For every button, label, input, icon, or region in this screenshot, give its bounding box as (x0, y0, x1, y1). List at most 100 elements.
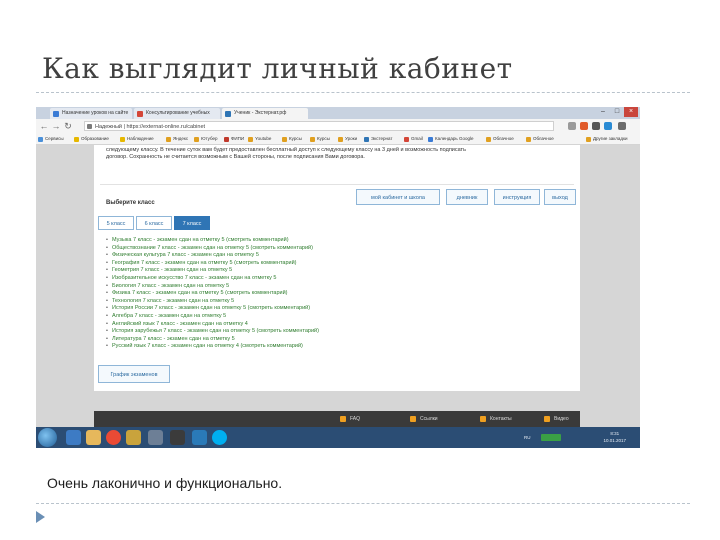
list-item[interactable]: Геометрия 7 класс - экзамен сдан на отме… (106, 267, 319, 275)
skype-icon[interactable] (212, 430, 227, 445)
bookmark-label: Сервисы (45, 136, 64, 141)
bookmark-item[interactable]: Курсы (310, 135, 330, 143)
media-icon[interactable] (170, 430, 185, 445)
bookmark-item[interactable]: Курсы (282, 135, 302, 143)
minimize-icon[interactable]: – (596, 107, 610, 117)
bookmark-item[interactable]: ФИПИ (224, 135, 244, 143)
bookmark-label: Календарь Google (435, 136, 474, 141)
bookmark-item[interactable]: Gmail (404, 135, 423, 143)
exam-schedule-button[interactable]: График экзаменов (98, 365, 170, 383)
list-item[interactable]: Английский язык 7 класс - экзамен сдан н… (106, 321, 319, 329)
tab-grade-7[interactable]: 7 класс (174, 216, 210, 230)
extension-icon[interactable] (604, 122, 612, 130)
bookmark-item[interactable]: Яндекс (166, 135, 188, 143)
diary-button[interactable]: дневник (446, 189, 488, 205)
screenshot: Назначение уроков на сайте Консультирова… (36, 107, 640, 448)
footer-label: Видео (554, 416, 569, 422)
folder-icon (248, 137, 253, 142)
bookmark-label: Наблюдение (127, 136, 154, 141)
app-icon[interactable] (126, 430, 141, 445)
bookmark-label: Ютубер (201, 136, 218, 141)
list-item[interactable]: Физика 7 класс - экзамен сдан на отметку… (106, 290, 319, 298)
address-row: ← → ↻ Надежный | https://externat-online… (36, 119, 640, 134)
divider (100, 184, 574, 185)
bookmark-label: Облачное (533, 136, 554, 141)
list-item[interactable]: История зарубежья 7 класс - экзамен сдан… (106, 328, 319, 336)
address-bar[interactable]: Надежный | https://externat-online.ru/ca… (84, 121, 554, 131)
bookmark-label: Gmail (411, 136, 423, 141)
tray-badge-icon[interactable] (541, 434, 561, 441)
bookmark-item[interactable]: Сервисы (38, 135, 64, 143)
footer-links-link[interactable]: Ссылки (410, 411, 438, 427)
list-item[interactable]: Изобразительное искусство 7 класс - экза… (106, 275, 319, 283)
bookmark-item[interactable]: Наблюдение (120, 135, 154, 143)
bookmark-item[interactable]: Образование (74, 135, 109, 143)
tab-label: Назначение уроков на сайте (62, 110, 129, 116)
bookmark-item[interactable]: Уроки (338, 135, 357, 143)
bookmark-item[interactable]: Календарь Google (428, 135, 473, 143)
my-cabinet-button[interactable]: мой кабинет и школа (356, 189, 440, 205)
folder-icon (282, 137, 287, 142)
list-item[interactable]: Русский язык 7 класс - экзамен сдан на о… (106, 343, 319, 351)
close-window-icon[interactable]: × (624, 107, 638, 117)
bookmark-item[interactable]: Ютубер (194, 135, 218, 143)
browser-tab-active[interactable]: Ученик - Экстернат.рф (222, 108, 308, 119)
apps-icon (38, 137, 43, 142)
app-icon[interactable] (148, 430, 163, 445)
footer-label: Ссылки (420, 416, 438, 422)
clock[interactable]: 8:31 10.01.2017 (603, 430, 626, 444)
language-indicator[interactable]: RU (524, 427, 531, 448)
folder-icon (194, 137, 199, 142)
gmail-icon (404, 137, 409, 142)
list-item[interactable]: История России 7 класс - экзамен сдан на… (106, 305, 319, 313)
gmail-icon (137, 111, 143, 117)
list-item[interactable]: География 7 класс - экзамен сдан на отме… (106, 260, 319, 268)
bookmark-item[interactable]: Youtube (248, 135, 271, 143)
explorer-folder-icon[interactable] (86, 430, 101, 445)
list-item[interactable]: Обществознание 7 класс - экзамен сдан на… (106, 245, 319, 253)
footer-faq-link[interactable]: FAQ (340, 411, 360, 427)
bookmark-item[interactable]: Экстернат (364, 135, 392, 143)
slide-caption: Очень лаконично и функционально. (47, 475, 283, 491)
bookmark-item[interactable]: Другие закладки (586, 135, 627, 143)
app-icon[interactable] (192, 430, 207, 445)
back-icon[interactable]: ← (39, 121, 49, 131)
logout-button[interactable]: выход (544, 189, 576, 205)
footer-contacts-link[interactable]: Контакты (480, 411, 512, 427)
maximize-icon[interactable]: □ (610, 107, 624, 117)
bookmark-label: ФИПИ (231, 136, 245, 141)
notice-line: договор. Сохранность не считается возмож… (106, 154, 365, 160)
chrome-icon[interactable] (106, 430, 121, 445)
bookmark-label: Экстернат (371, 136, 393, 141)
tab-label: Ученик - Экстернат.рф (234, 110, 287, 116)
browser-tab[interactable]: Назначение уроков на сайте (50, 108, 132, 119)
extension-icon[interactable] (580, 122, 588, 130)
footer-video-link[interactable]: Видео (544, 411, 569, 427)
folder-icon (74, 137, 79, 142)
tab-favicon-icon (53, 111, 59, 117)
bookmark-item[interactable]: Облачное (486, 135, 514, 143)
tab-grade-6[interactable]: 6 класс (136, 216, 172, 230)
browser-tab[interactable]: Консультирование учебных (134, 108, 220, 119)
title-divider (36, 92, 690, 93)
start-button-icon[interactable] (38, 428, 57, 447)
contacts-icon (480, 416, 486, 422)
folder-icon (120, 137, 125, 142)
forward-icon[interactable]: → (51, 121, 61, 131)
faq-icon (340, 416, 346, 422)
extension-icon[interactable] (592, 122, 600, 130)
reload-icon[interactable]: ↻ (63, 121, 73, 131)
star-icon[interactable] (568, 122, 576, 130)
tab-label: Консультирование учебных (146, 110, 210, 116)
footer-label: Контакты (490, 416, 512, 422)
menu-icon[interactable] (618, 122, 626, 130)
list-item[interactable]: Физическая культура 7 класс - экзамен сд… (106, 252, 319, 260)
instruction-button[interactable]: инструкция (494, 189, 540, 205)
list-item[interactable]: Алгебра 7 класс - экзамен сдан на отметк… (106, 313, 319, 321)
list-item[interactable]: Музыка 7 класс - экзамен сдан на отметку… (106, 237, 319, 245)
tab-grade-5[interactable]: 5 класс (98, 216, 134, 230)
ie-icon[interactable] (66, 430, 81, 445)
bookmark-item[interactable]: Облачное (526, 135, 554, 143)
folder-icon (526, 137, 531, 142)
bookmark-label: Образование (81, 136, 109, 141)
